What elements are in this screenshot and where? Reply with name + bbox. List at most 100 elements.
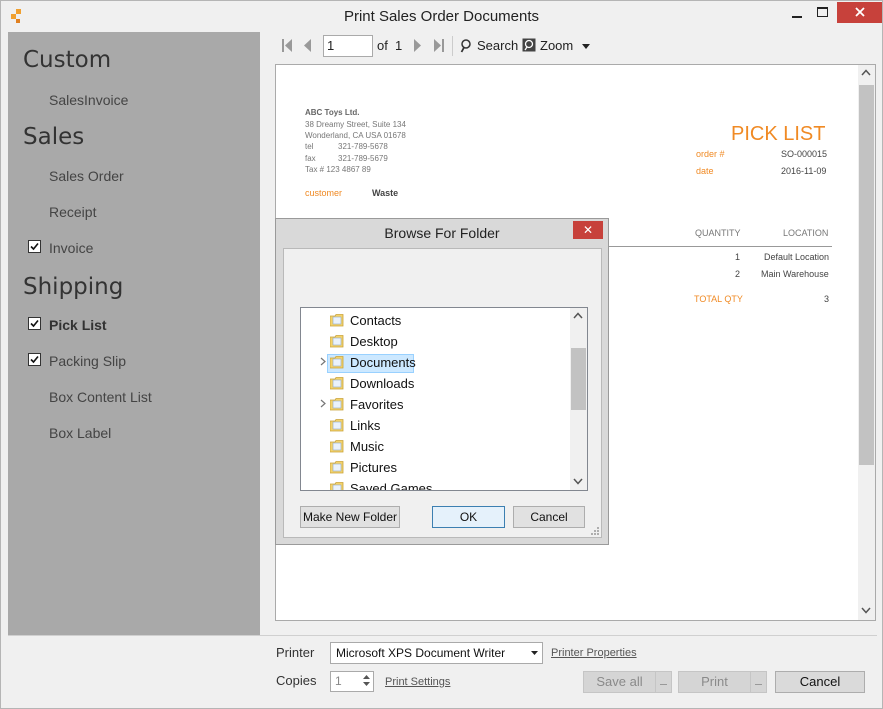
sidebar-item-invoice[interactable]: Invoice xyxy=(49,240,93,256)
folder-name: Documents xyxy=(350,355,416,370)
copies-value: 1 xyxy=(335,674,342,688)
printer-select-value: Microsoft XPS Document Writer xyxy=(336,646,506,660)
zoom-label: Zoom xyxy=(540,38,574,53)
zoom-dropdown[interactable]: Zoom xyxy=(522,34,592,58)
folder-tree-item[interactable]: Music xyxy=(301,437,571,458)
row1-location: Default Location xyxy=(764,252,830,262)
spin-up-icon xyxy=(362,675,370,679)
resize-grip-icon[interactable] xyxy=(591,527,600,536)
last-page-icon[interactable] xyxy=(433,39,444,52)
chevron-down-icon xyxy=(582,44,590,49)
folder-name: Saved Games xyxy=(350,481,433,491)
scroll-down-arrow[interactable] xyxy=(861,606,871,617)
search-button[interactable]: Search xyxy=(460,34,519,58)
sidebar-item-box-label[interactable]: Box Label xyxy=(49,425,111,441)
chevron-up-icon xyxy=(861,69,871,76)
print-dropdown[interactable] xyxy=(750,671,767,693)
folder-tree-scrollbar[interactable] xyxy=(570,308,587,490)
folder-tree-item[interactable]: Links xyxy=(301,416,571,437)
main-window: Print Sales Order Documents Custom Sales… xyxy=(0,0,883,709)
page-number-input[interactable]: 1 xyxy=(323,35,373,57)
chevron-down-icon xyxy=(573,478,583,485)
fax-label: fax xyxy=(305,154,316,163)
maximize-icon xyxy=(816,7,828,17)
search-label: Search xyxy=(477,38,519,53)
checkmark-icon xyxy=(30,242,39,251)
close-button[interactable] xyxy=(837,2,882,23)
preview-toolbar: 1 of 1 Search Zoom xyxy=(276,34,876,58)
row2-location: Main Warehouse xyxy=(761,269,829,279)
folder-icon xyxy=(330,461,344,474)
preview-scrollbar[interactable] xyxy=(858,65,875,620)
company-name: ABC Toys Ltd. xyxy=(305,108,360,117)
chevron-down-icon xyxy=(861,607,871,614)
sidebar-item-salesinvoice[interactable]: SalesInvoice xyxy=(49,92,128,108)
next-page-icon[interactable] xyxy=(413,39,422,52)
copies-spinner[interactable] xyxy=(360,673,372,690)
row2-quantity: 2 xyxy=(735,269,741,279)
make-new-folder-button[interactable]: Make New Folder xyxy=(300,506,400,528)
first-page-icon[interactable] xyxy=(282,39,293,52)
dialog-cancel-button[interactable]: Cancel xyxy=(513,506,585,528)
toolbar-separator xyxy=(452,36,453,56)
sidebar-item-packing-slip[interactable]: Packing Slip xyxy=(49,353,126,369)
sidebar-item-box-content-list[interactable]: Box Content List xyxy=(49,389,152,405)
printer-select[interactable]: Microsoft XPS Document Writer xyxy=(330,642,543,664)
date-label: date xyxy=(696,166,714,176)
sidebar-item-sales-order[interactable]: Sales Order xyxy=(49,168,124,184)
folder-tree[interactable]: Contacts Desktop Documents Downloads Favorit… xyxy=(300,307,588,491)
folder-tree-item[interactable]: Favorites xyxy=(301,395,571,416)
section-shipping-title: Shipping xyxy=(23,274,124,300)
print-options-bar: Printer Microsoft XPS Document Writer Pr… xyxy=(8,635,877,705)
folder-tree-item[interactable]: Documents xyxy=(301,353,571,374)
dialog-title: Browse For Folder xyxy=(384,225,500,241)
browse-folder-dialog: Browse For Folder ✕ Contacts Desktop Docum… xyxy=(275,218,609,545)
sidebar-item-receipt[interactable]: Receipt xyxy=(49,204,96,220)
expand-arrow-icon[interactable] xyxy=(320,399,326,408)
previous-page-icon[interactable] xyxy=(303,39,312,52)
folder-tree-item[interactable]: Pictures xyxy=(301,458,571,479)
save-all-button[interactable]: Save all xyxy=(583,671,656,693)
document-title: PICK LIST xyxy=(731,123,826,145)
folder-tree-item[interactable]: Downloads xyxy=(301,374,571,395)
checkmark-icon xyxy=(30,355,39,364)
save-all-dropdown[interactable] xyxy=(655,671,672,693)
folder-icon xyxy=(330,440,344,453)
section-sales-title: Sales xyxy=(23,124,85,150)
sidebar-item-pick-list[interactable]: Pick List xyxy=(49,317,107,333)
invoice-checkbox[interactable] xyxy=(28,240,41,253)
tree-scroll-up-arrow[interactable] xyxy=(573,311,583,322)
dialog-close-button[interactable]: ✕ xyxy=(573,221,603,239)
folder-tree-item[interactable]: Desktop xyxy=(301,332,571,353)
maximize-button[interactable] xyxy=(807,3,837,25)
pick-list-checkbox[interactable] xyxy=(28,317,41,330)
ok-button[interactable]: OK xyxy=(432,506,505,528)
tel-label: tel xyxy=(305,142,314,151)
folder-icon xyxy=(330,314,344,327)
folder-tree-item[interactable]: Contacts xyxy=(301,311,571,332)
copies-label: Copies xyxy=(276,673,317,688)
scroll-up-arrow[interactable] xyxy=(861,68,871,79)
folder-tree-item[interactable]: Saved Games xyxy=(301,479,571,491)
expand-arrow-icon[interactable] xyxy=(320,357,326,366)
order-value: SO-000015 xyxy=(781,149,828,159)
folder-name: Downloads xyxy=(350,376,415,391)
chevron-down-icon xyxy=(755,684,762,685)
print-button[interactable]: Print xyxy=(678,671,751,693)
tree-scroll-down-arrow[interactable] xyxy=(573,477,583,488)
cancel-button[interactable]: Cancel xyxy=(775,671,865,693)
zoom-icon xyxy=(522,38,536,52)
folder-name: Favorites xyxy=(350,397,404,412)
tree-scroll-thumb[interactable] xyxy=(571,348,586,410)
packing-slip-checkbox[interactable] xyxy=(28,353,41,366)
folder-name: Pictures xyxy=(350,460,397,475)
tel-value: 321-789-5678 xyxy=(338,142,388,151)
printer-label: Printer xyxy=(276,645,315,660)
copies-stepper[interactable]: 1 xyxy=(330,671,374,692)
document-type-sidebar: Custom SalesInvoice Sales Sales Order Re… xyxy=(8,32,260,635)
print-settings-link[interactable]: Print Settings xyxy=(385,676,450,688)
printer-properties-link[interactable]: Printer Properties xyxy=(551,647,637,659)
title-bar: Print Sales Order Documents xyxy=(1,1,882,32)
scroll-thumb[interactable] xyxy=(859,85,874,465)
total-pages: 1 xyxy=(395,38,403,53)
